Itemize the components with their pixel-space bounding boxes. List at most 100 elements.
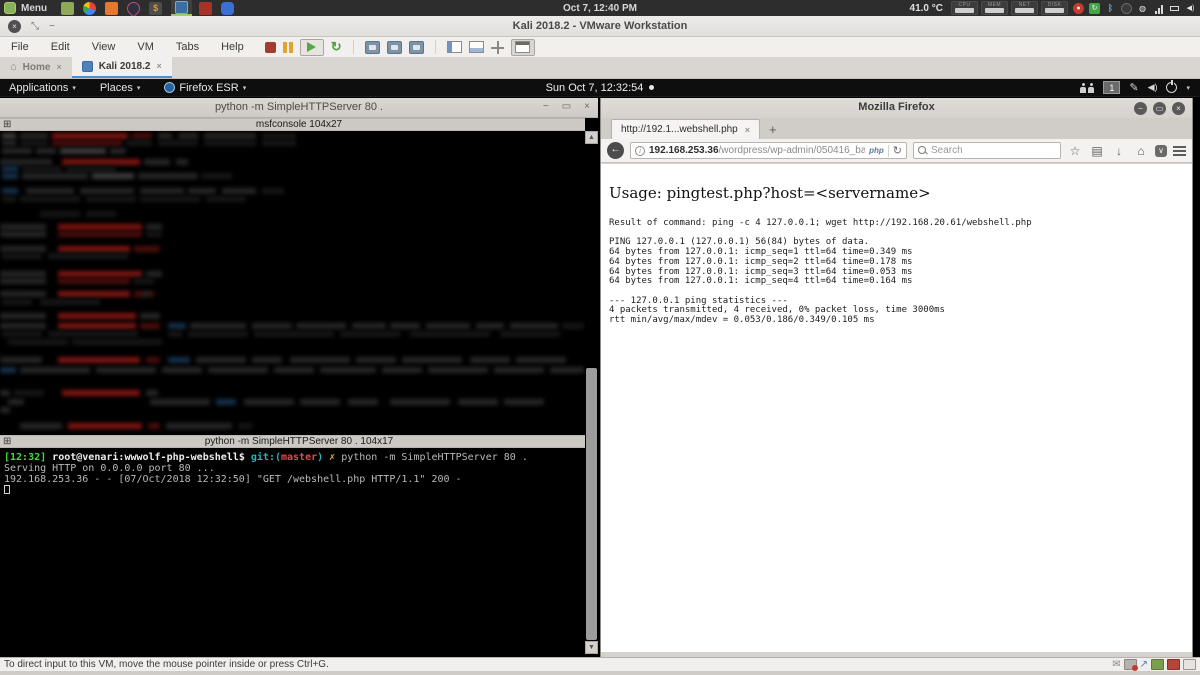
browser-tab-label: http://192.1...webshell.php — [621, 124, 738, 135]
vmware-menu-item[interactable]: VM — [126, 41, 165, 53]
pane2-titlebar[interactable]: ⊞ python -m SimpleHTTPServer 80 . 104x17 — [0, 435, 598, 448]
message-log-icon[interactable]: ✉ — [1112, 659, 1120, 670]
tab-kali[interactable]: Kali 2018.2 × — [72, 56, 172, 78]
scroll-down-icon[interactable]: ▼ — [585, 641, 598, 654]
thumbnail-bar-icon[interactable] — [469, 41, 484, 53]
pen-icon[interactable]: ✎ — [1129, 81, 1138, 94]
usage-text: Usage: pingtest.php?host=<servername> — [609, 184, 1192, 202]
vmware-menu-item[interactable]: Edit — [40, 41, 81, 53]
redacted-terminal-line — [0, 399, 585, 405]
vmware-menu-item[interactable]: File — [0, 41, 40, 53]
take-snapshot-icon[interactable] — [365, 41, 380, 54]
tab-home[interactable]: ⌂ Home × — [0, 56, 72, 78]
reset-vm-icon[interactable]: ↻ — [331, 39, 342, 55]
swirl-tray-icon[interactable] — [1121, 3, 1132, 14]
vmware-menu-item[interactable]: View — [81, 41, 127, 53]
search-bar[interactable] — [913, 142, 1061, 159]
vmware-menu-item[interactable]: Tabs — [165, 41, 210, 53]
terminal-minimize-button[interactable]: − — [543, 101, 549, 112]
vmware-menu-item[interactable]: Help — [210, 41, 255, 53]
back-button[interactable]: ← — [607, 142, 624, 159]
wifi-icon[interactable] — [1153, 3, 1164, 14]
home-icon[interactable]: ⌂ — [1133, 144, 1149, 158]
pane1-title-label: msfconsole 104x27 — [256, 119, 342, 130]
redacted-terminal-line — [0, 246, 585, 252]
monitor-mem[interactable]: MEM — [981, 1, 1008, 15]
shield-tray-icon[interactable]: ● — [1073, 3, 1084, 14]
toolbar-separator — [435, 40, 436, 54]
prompt-dir: wwwolf-php-webshell$ — [124, 452, 244, 463]
msfconsole-pane[interactable] — [0, 131, 585, 435]
volume-icon[interactable]: ◀) — [1148, 82, 1158, 93]
power-menu-icon[interactable] — [1166, 82, 1177, 93]
firefox-close-button[interactable]: × — [1172, 102, 1185, 115]
power-off-icon[interactable] — [265, 42, 276, 53]
chevron-down-icon[interactable]: ▾ — [1186, 84, 1190, 92]
notification-dot-icon — [649, 85, 654, 90]
redacted-terminal-line — [0, 313, 585, 319]
update-tray-icon[interactable]: ↻ — [1089, 3, 1100, 14]
kali-vm-icon — [82, 61, 93, 72]
system-monitors[interactable]: CPUMEMNETDISK — [951, 1, 1068, 15]
pane1-titlebar[interactable]: ⊞ msfconsole 104x27 — [0, 118, 598, 131]
bookmarks-menu-icon[interactable]: ▤ — [1089, 144, 1105, 158]
vmware-statusbar: To direct input to this VM, move the mou… — [0, 657, 1200, 671]
fit-guest-icon[interactable] — [491, 41, 504, 54]
terminal-titlebar[interactable]: python -m SimpleHTTPServer 80 . − ▭ × — [0, 98, 598, 118]
firefox-titlebar[interactable]: Mozilla Firefox − ▭ × — [601, 98, 1192, 118]
network-activity-icon[interactable]: ↗ — [1140, 659, 1148, 670]
workspace-switcher[interactable]: 1 — [1103, 81, 1120, 94]
scroll-up-icon[interactable]: ▲ — [585, 131, 598, 144]
http-server-pane[interactable]: [12:32] root@venari:wwwolf-php-webshell$… — [0, 449, 585, 654]
url-bar[interactable]: i 192.168.253.36/wordpress/wp-admin/0504… — [630, 142, 907, 159]
terminal-window-title: python -m SimpleHTTPServer 80 . — [0, 101, 598, 113]
snapshot-manager-icon[interactable] — [409, 41, 424, 54]
search-input[interactable] — [931, 145, 1041, 156]
clipboard-icon[interactable] — [1183, 659, 1196, 670]
scrollbar-thumb[interactable] — [586, 368, 597, 640]
revert-snapshot-icon[interactable] — [387, 41, 402, 54]
pane-grid-icon: ⊞ — [3, 436, 11, 448]
monitor-net[interactable]: NET — [1011, 1, 1038, 15]
suspend-icon[interactable] — [283, 42, 293, 53]
redacted-terminal-line — [0, 173, 585, 179]
browser-tab-close-icon[interactable]: × — [745, 125, 750, 135]
php-page-action-icon[interactable]: php — [869, 146, 884, 155]
firefox-maximize-button[interactable]: ▭ — [1153, 102, 1166, 115]
terminal-maximize-button[interactable]: ▭ — [562, 101, 571, 112]
power-on-button[interactable] — [300, 39, 324, 56]
monitor-disk[interactable]: DISK — [1041, 1, 1068, 15]
vmware-window-title: Kali 2018.2 - VMware Workstation — [0, 20, 1200, 32]
tab-kali-close-icon[interactable]: × — [156, 61, 161, 71]
console-view-button[interactable] — [511, 39, 535, 56]
battery-icon[interactable] — [1169, 3, 1180, 14]
keyboard-layout-icon[interactable] — [1080, 83, 1094, 93]
redacted-terminal-line — [0, 253, 585, 259]
location-pin-icon[interactable]: ◍ — [1137, 3, 1148, 14]
cd-rom-icon[interactable] — [1151, 659, 1164, 670]
terminal-close-button[interactable]: × — [584, 101, 590, 112]
kali-clock[interactable]: Sun Oct 7, 12:32:54 — [546, 82, 644, 94]
new-tab-button[interactable]: + — [769, 122, 777, 139]
reload-icon[interactable]: ↻ — [893, 144, 902, 157]
prompt-git-branch: master — [281, 452, 317, 463]
vmware-titlebar[interactable]: × ⤡ − Kali 2018.2 - VMware Workstation — [0, 16, 1200, 37]
pocket-icon[interactable]: ∨ — [1155, 145, 1167, 157]
downloads-icon[interactable]: ↓ — [1111, 144, 1127, 158]
network-adapter-icon[interactable] — [1167, 659, 1180, 670]
bookmark-star-icon[interactable]: ☆ — [1067, 144, 1083, 158]
tab-home-close-icon[interactable]: × — [56, 62, 61, 72]
hard-disk-icon[interactable] — [1124, 659, 1137, 670]
terminal-scrollbar[interactable]: ▲ ▼ — [585, 118, 598, 654]
redacted-terminal-line — [0, 271, 585, 277]
monitor-cpu[interactable]: CPU — [951, 1, 978, 15]
url-text[interactable]: 192.168.253.36/wordpress/wp-admin/050416… — [649, 145, 865, 156]
bluetooth-icon[interactable]: ᛒ — [1105, 3, 1116, 14]
firefox-minimize-button[interactable]: − — [1134, 102, 1147, 115]
site-info-icon[interactable]: i — [635, 146, 645, 156]
browser-tab[interactable]: http://192.1...webshell.php × — [611, 119, 760, 139]
show-library-icon[interactable] — [447, 41, 462, 53]
menu-hamburger-icon[interactable] — [1173, 146, 1186, 156]
volume-icon[interactable]: ◀) — [1185, 3, 1196, 14]
firefox-window: Mozilla Firefox − ▭ × http://192.1...web… — [600, 98, 1193, 657]
